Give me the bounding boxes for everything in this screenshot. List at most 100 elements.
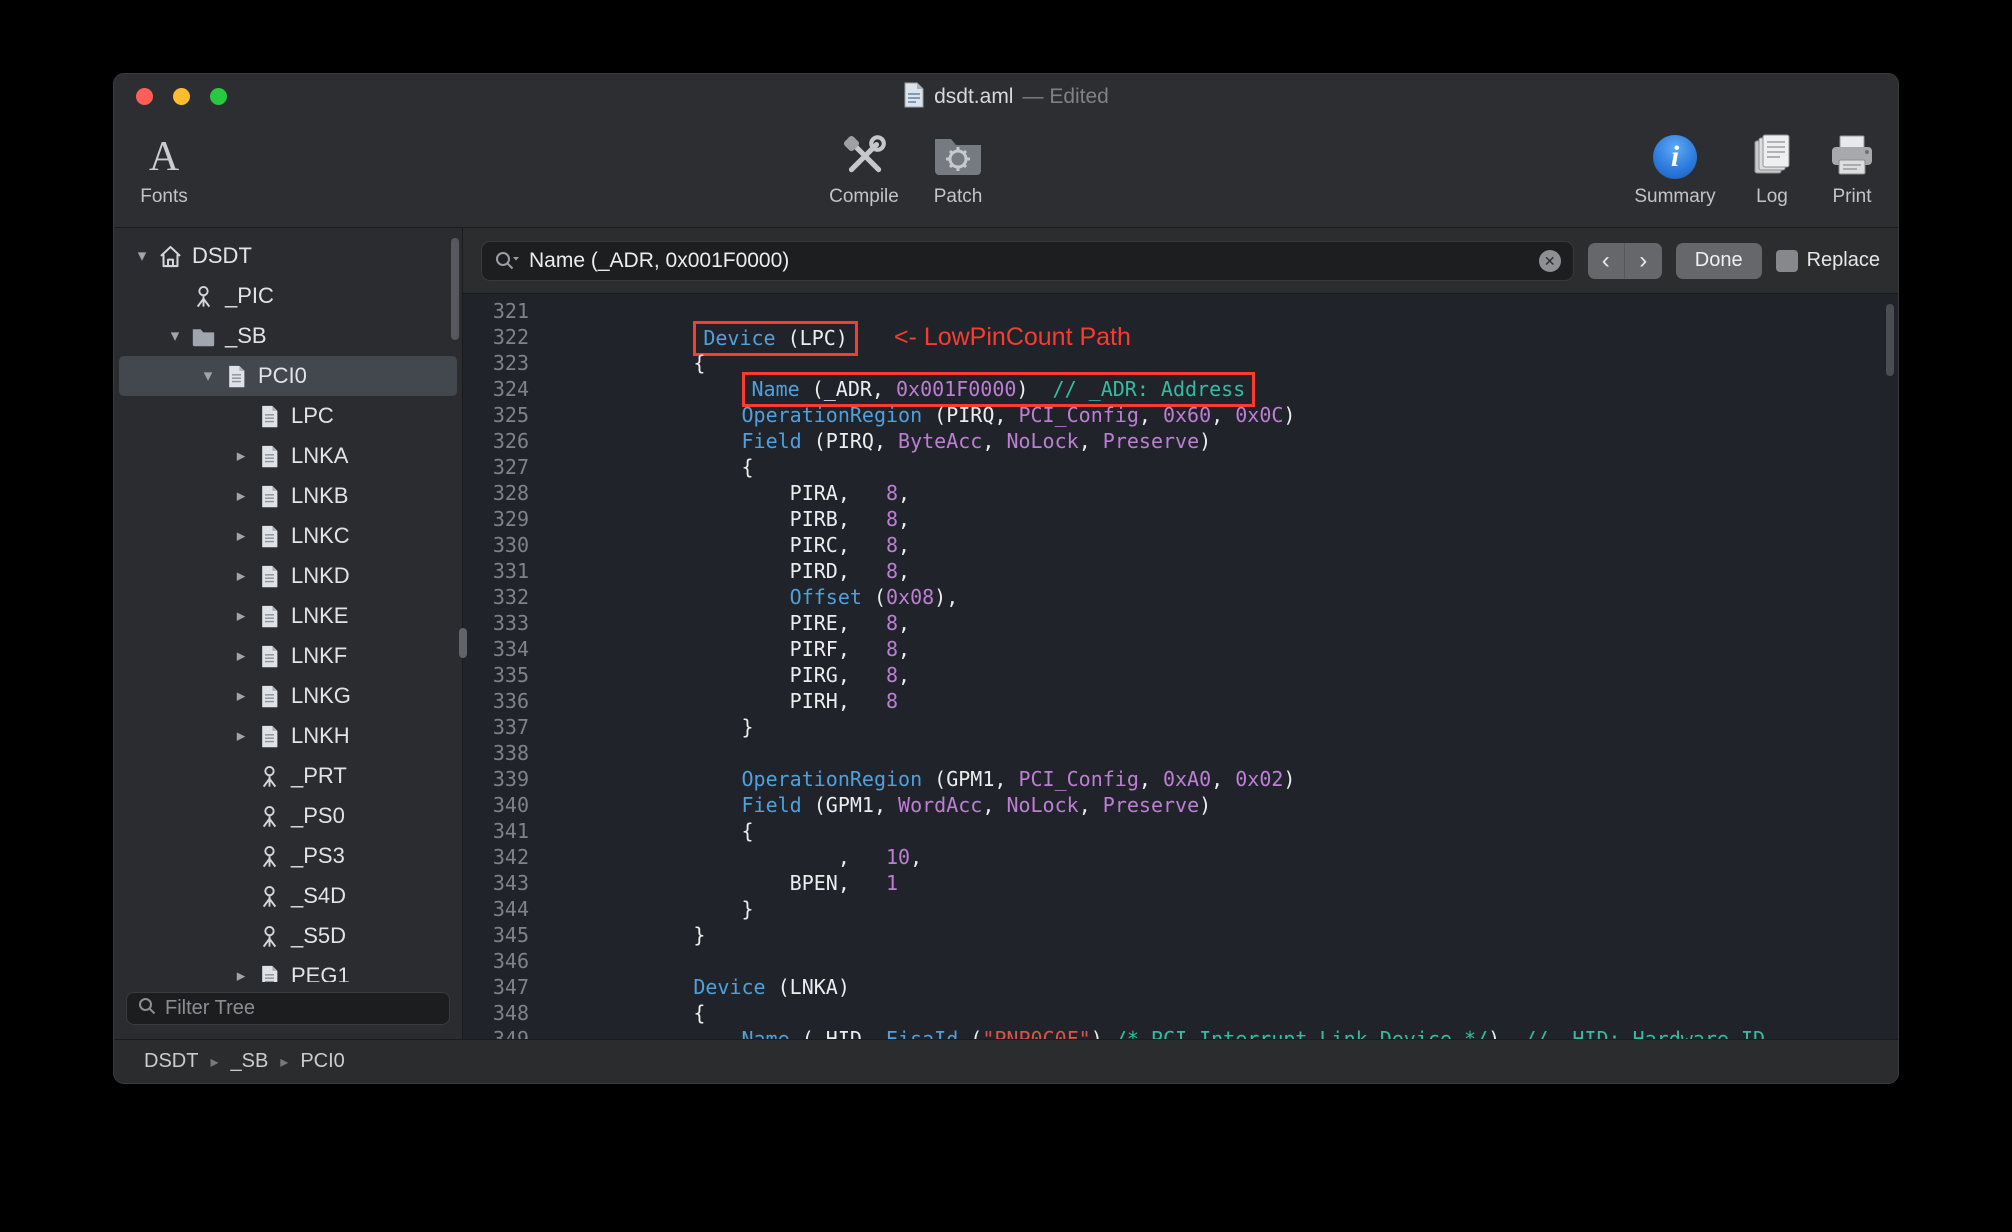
sidebar-item-pci0[interactable]: ▾ PCI0 (119, 356, 457, 396)
code-token: , (1211, 767, 1236, 791)
code-line: 337 } (463, 714, 1898, 740)
tree-item-label: DSDT (192, 243, 252, 268)
print-button[interactable]: Print (1804, 126, 1898, 224)
tree-item-label: LNKH (291, 723, 350, 748)
disclosure-triangle-icon[interactable]: ▸ (228, 726, 254, 746)
sidebar-item-_prt[interactable]: _PRT (119, 756, 457, 796)
doc-icon (221, 363, 251, 390)
sidebar-item-_sb[interactable]: ▾ _SB (119, 316, 457, 356)
done-button[interactable]: Done (1675, 242, 1762, 279)
line-number: 330 (492, 533, 529, 557)
line-number: 325 (492, 403, 529, 427)
code-line: 331 PIRD, 8, (463, 558, 1898, 584)
summary-button[interactable]: i Summary (1627, 126, 1723, 224)
code-line: 349 Name (_HID, EisaId ("PNP0C0F") /* PC… (463, 1026, 1898, 1039)
breadcrumb-item-dsdt[interactable]: DSDT (144, 1050, 198, 1073)
code-token: PIRD, (597, 559, 886, 583)
replace-checkbox[interactable] (1775, 249, 1798, 272)
splitter-handle[interactable] (459, 628, 467, 658)
sidebar-item-lnkc[interactable]: ▸ LNKC (119, 516, 457, 556)
code-token: "PNP0C0F" (982, 1027, 1091, 1039)
code-token: BPEN, (597, 871, 886, 895)
breadcrumb-item-pci0[interactable]: PCI0 (300, 1050, 344, 1073)
red-highlight-box: Device (LPC) (693, 320, 858, 356)
code-token: Field (741, 429, 802, 453)
code-token: 0x0C (1235, 403, 1284, 427)
search-menu-icon[interactable] (494, 250, 520, 272)
sidebar-item-_pic[interactable]: _PIC (119, 276, 457, 316)
code-token: , (1078, 793, 1103, 817)
breadcrumb-item-_sb[interactable]: _SB (230, 1050, 268, 1073)
sidebar-item-lnke[interactable]: ▸ LNKE (119, 596, 457, 636)
sidebar-item-_s4d[interactable]: _S4D (119, 876, 457, 916)
line-number: 329 (492, 507, 529, 531)
editor-scrollbar[interactable] (1886, 304, 1894, 376)
sidebar-item-_ps0[interactable]: _PS0 (119, 796, 457, 836)
code-token: Name (741, 1027, 790, 1039)
code-line: 340 Field (GPM1, WordAcc, NoLock, Preser… (463, 792, 1898, 818)
disclosure-triangle-icon[interactable]: ▸ (228, 606, 254, 626)
code-line: 345 } (463, 922, 1898, 948)
code-token: ), (934, 585, 959, 609)
filter-tree-field[interactable] (126, 991, 450, 1025)
doc-icon (254, 643, 284, 670)
disclosure-triangle-icon[interactable]: ▾ (195, 366, 221, 386)
disclosure-triangle-icon[interactable]: ▸ (228, 446, 254, 466)
code-token: , (910, 845, 923, 869)
sidebar-item-lpc[interactable]: LPC (119, 396, 457, 436)
sidebar-item-_s5d[interactable]: _S5D (119, 916, 457, 956)
compile-button[interactable]: Compile (816, 126, 912, 224)
log-pages-icon (1748, 131, 1796, 184)
fonts-button[interactable]: A Fonts (116, 126, 212, 224)
disclosure-triangle-icon[interactable]: ▸ (228, 646, 254, 666)
code-editor[interactable]: 321 322 Device (LPC) <- LowPinCount Path 3… (463, 294, 1898, 1039)
code-token: 0x02 (1235, 767, 1284, 791)
sidebar-item-peg1[interactable]: ▸ PEG1 (119, 956, 457, 982)
code-token: PIRF, (597, 637, 886, 661)
disclosure-triangle-icon[interactable]: ▸ (228, 566, 254, 586)
disclosure-triangle-icon[interactable]: ▸ (228, 966, 254, 982)
code-line: 344 } (463, 896, 1898, 922)
code-token: (_ADR, (799, 377, 896, 401)
disclosure-triangle-icon[interactable]: ▸ (228, 686, 254, 706)
code-token: 1 (885, 871, 899, 895)
disclosure-triangle-icon[interactable]: ▸ (228, 486, 254, 506)
clear-search-icon[interactable]: ✕ (1538, 249, 1561, 272)
sidebar-item-lnkb[interactable]: ▸ LNKB (119, 476, 457, 516)
patch-button[interactable]: Patch (910, 126, 1006, 224)
code-token: 8 (885, 481, 899, 505)
scope-icon (254, 883, 284, 910)
line-number: 326 (492, 429, 529, 453)
code-token: EisaId (886, 1027, 959, 1039)
patch-folder-icon (932, 133, 984, 182)
code-token: , (1138, 403, 1163, 427)
code-token: 8 (885, 559, 899, 583)
sidebar-item-_ps3[interactable]: _PS3 (119, 836, 457, 876)
line-number: 341 (492, 819, 529, 843)
code-token: 0x001F0000 (896, 377, 1017, 401)
patch-label: Patch (933, 186, 983, 207)
tree-item-label: _S5D (291, 923, 347, 948)
sidebar-item-lnkd[interactable]: ▸ LNKD (119, 556, 457, 596)
code-token: (_HID, (789, 1027, 886, 1039)
code-token: } (597, 715, 754, 739)
doc-icon (254, 963, 284, 982)
summary-label: Summary (1634, 186, 1716, 207)
find-field[interactable]: ✕ (481, 240, 1574, 281)
sidebar-scrollbar[interactable] (451, 238, 459, 340)
sidebar-item-lnkh[interactable]: ▸ LNKH (119, 716, 457, 756)
disclosure-triangle-icon[interactable]: ▸ (228, 526, 254, 546)
find-previous-button[interactable]: ‹ (1587, 242, 1625, 279)
disclosure-triangle-icon[interactable]: ▾ (162, 326, 188, 346)
find-next-button[interactable]: › (1624, 242, 1662, 279)
find-input[interactable] (529, 248, 1530, 273)
sidebar-item-lnka[interactable]: ▸ LNKA (119, 436, 457, 476)
sidebar-item-dsdt[interactable]: ▾ DSDT (119, 236, 457, 276)
code-line: 324 Name (_ADR, 0x001F0000) // _ADR: Add… (463, 372, 1898, 407)
filter-tree-input[interactable] (165, 996, 439, 1020)
sidebar-item-lnkg[interactable]: ▸ LNKG (119, 676, 457, 716)
sidebar-item-lnkf[interactable]: ▸ LNKF (119, 636, 457, 676)
disclosure-triangle-icon[interactable]: ▾ (129, 246, 155, 266)
